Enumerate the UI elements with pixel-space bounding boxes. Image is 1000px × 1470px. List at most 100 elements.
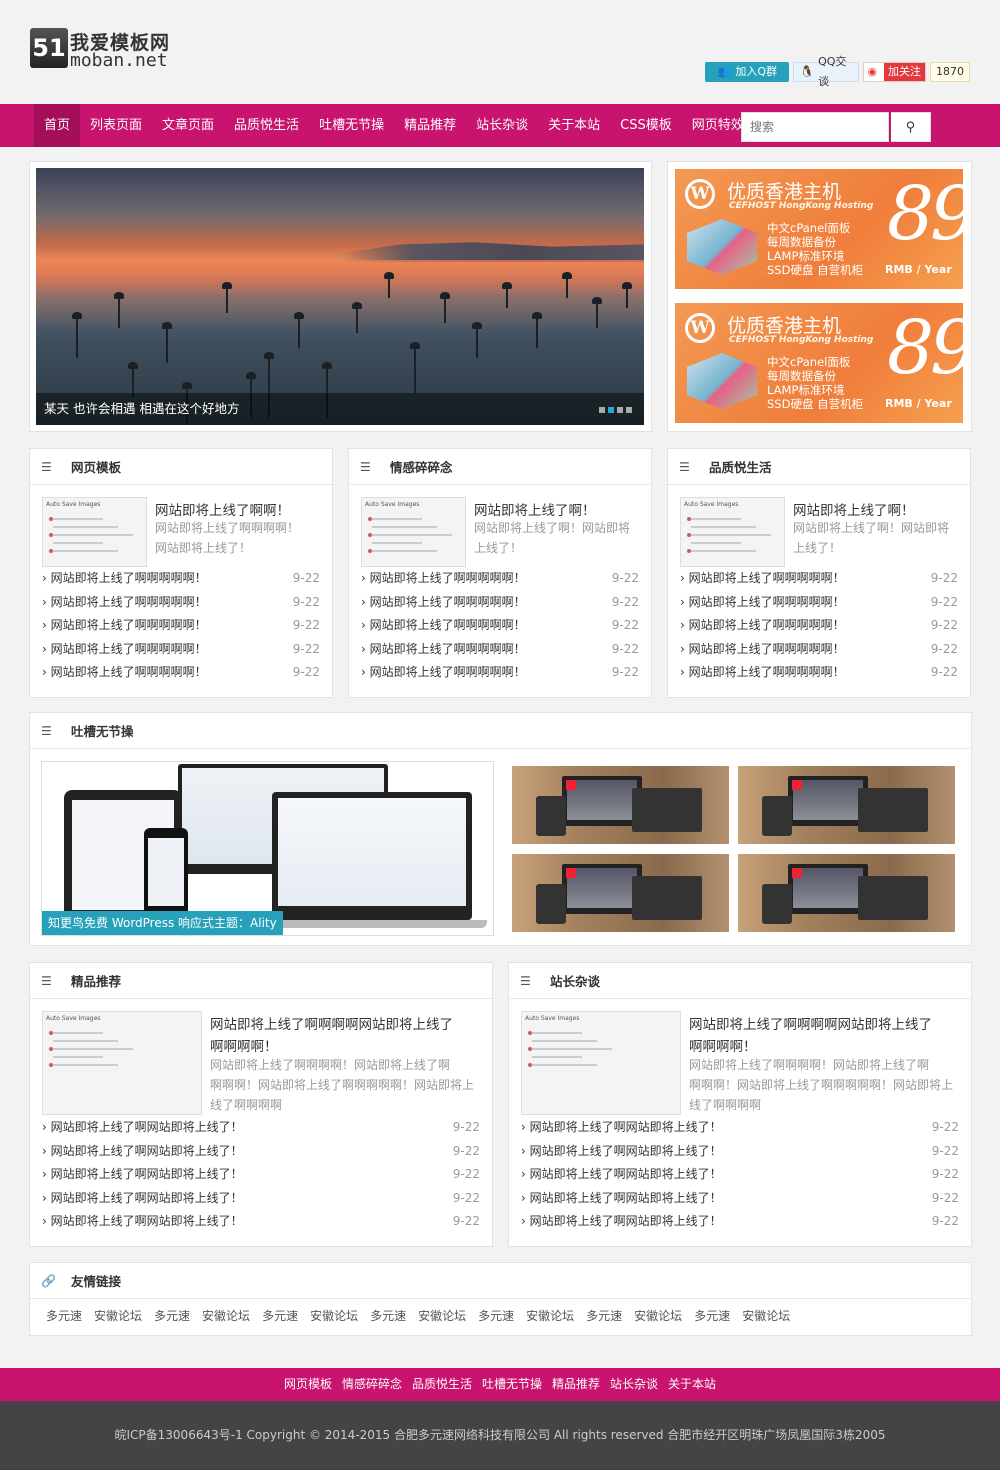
list-item[interactable]: 网站即将上线了啊网站即将上线了！ 9-22 <box>521 1140 959 1164</box>
featured-title[interactable]: 网站即将上线了啊啊啊啊网站即将上线了 <box>689 1013 932 1033</box>
nav-item[interactable]: 品质悦生活 <box>224 104 309 147</box>
article-thumbnail[interactable]: Auto Save Images <box>42 497 147 567</box>
list-item[interactable]: 网站即将上线了啊网站即将上线了！ 9-22 <box>521 1210 959 1234</box>
nav-item[interactable]: 关于本站 <box>538 104 610 147</box>
footer-nav-item[interactable]: 情感碎碎念 <box>342 1377 402 1391</box>
list-item[interactable]: 网站即将上线了啊网站即将上线了！ 9-22 <box>42 1163 480 1187</box>
list-item[interactable]: 网站即将上线了啊网站即将上线了！ 9-22 <box>42 1140 480 1164</box>
list-item[interactable]: 网站即将上线了啊啊啊啊啊！ 9-22 <box>680 614 958 638</box>
site-logo[interactable]: 51 我爱模板网 moban.net <box>30 28 180 74</box>
article-thumbnail[interactable]: Auto Save Images <box>521 1011 681 1115</box>
footer-nav-item[interactable]: 品质悦生活 <box>412 1377 472 1391</box>
nav-item[interactable]: 吐槽无节操 <box>309 104 394 147</box>
thumb-logo-icon <box>566 868 576 878</box>
friend-link[interactable]: 多元速 <box>370 1307 406 1324</box>
featured-title[interactable]: 网站即将上线了啊！ <box>474 499 596 519</box>
featured-title[interactable]: 啊啊啊啊！ <box>210 1035 278 1055</box>
featured-excerpt: 网站即将上线了啊啊啊啊！网站即将上线了啊 <box>210 1058 451 1072</box>
footer-nav-item[interactable]: 关于本站 <box>668 1377 716 1391</box>
qq-chat-button[interactable]: 🐧 QQ交谈 <box>793 55 860 88</box>
column-title[interactable]: 精品推荐 <box>71 971 121 990</box>
featured-title[interactable]: 啊啊啊啊！ <box>689 1035 757 1055</box>
theme-thumbnail[interactable] <box>738 854 955 932</box>
friend-link[interactable]: 安徽论坛 <box>526 1307 574 1324</box>
friend-link[interactable]: 多元速 <box>694 1307 730 1324</box>
list-item[interactable]: 网站即将上线了啊网站即将上线了！ 9-22 <box>42 1210 480 1234</box>
hero-slider[interactable]: 某天 也许会相遇 相遇在这个好地方 <box>36 168 644 425</box>
list-item[interactable]: 网站即将上线了啊啊啊啊啊！ 9-22 <box>42 567 320 591</box>
tucao-main-image[interactable]: 知更鸟免费 WordPress 响应式主题：Ality <box>41 761 494 936</box>
list-item[interactable]: 网站即将上线了啊网站即将上线了！ 9-22 <box>42 1116 480 1140</box>
list-item[interactable]: 网站即将上线了啊啊啊啊啊！ 9-22 <box>42 661 320 685</box>
slider-dot[interactable] <box>626 407 632 413</box>
featured-title[interactable]: 网站即将上线了啊啊啊啊网站即将上线了 <box>210 1013 453 1033</box>
list-item[interactable]: 网站即将上线了啊啊啊啊啊！ 9-22 <box>680 591 958 615</box>
theme-thumbnail[interactable] <box>512 854 729 932</box>
list-item[interactable]: 网站即将上线了啊啊啊啊啊！ 9-22 <box>361 638 639 662</box>
featured-title[interactable]: 网站即将上线了啊！ <box>793 499 915 519</box>
column-title[interactable]: 品质悦生活 <box>709 457 772 476</box>
article-thumbnail[interactable]: Auto Save Images <box>42 1011 202 1115</box>
list-item[interactable]: 网站即将上线了啊网站即将上线了！ 9-22 <box>521 1163 959 1187</box>
footer-nav-item[interactable]: 精品推荐 <box>552 1377 600 1391</box>
list-item[interactable]: 网站即将上线了啊啊啊啊啊！ 9-22 <box>361 567 639 591</box>
thumbnail-line <box>372 534 452 536</box>
footer-nav-item[interactable]: 网页模板 <box>284 1377 332 1391</box>
tucao-caption[interactable]: 知更鸟免费 WordPress 响应式主题：Ality <box>42 911 283 935</box>
nav-item[interactable]: 精品推荐 <box>394 104 466 147</box>
list-item[interactable]: 网站即将上线了啊网站即将上线了！ 9-22 <box>521 1116 959 1140</box>
footer-nav-item[interactable]: 站长杂谈 <box>610 1377 658 1391</box>
list-item[interactable]: 网站即将上线了啊啊啊啊啊！ 9-22 <box>361 661 639 685</box>
friend-link[interactable]: 多元速 <box>478 1307 514 1324</box>
article-thumbnail[interactable]: Auto Save Images <box>680 497 785 567</box>
list-item[interactable]: 网站即将上线了啊啊啊啊啊！ 9-22 <box>42 614 320 638</box>
friend-link[interactable]: 安徽论坛 <box>742 1307 790 1324</box>
nav-item[interactable]: 首页 <box>34 104 81 147</box>
list-item[interactable]: 网站即将上线了啊啊啊啊啊！ 9-22 <box>680 567 958 591</box>
list-item[interactable]: 网站即将上线了啊啊啊啊啊！ 9-22 <box>361 591 639 615</box>
column-title[interactable]: 情感碎碎念 <box>390 457 453 476</box>
hosting-ad[interactable]: W 优质香港主机 CEFHOST HongKong Hosting 中文cPanel面… <box>675 303 963 423</box>
search-button[interactable]: ⚲ <box>891 112 931 142</box>
friend-link[interactable]: 多元速 <box>154 1307 190 1324</box>
friend-link[interactable]: 安徽论坛 <box>94 1307 142 1324</box>
hosting-ad[interactable]: W 优质香港主机 CEFHOST HongKong Hosting 中文cPanel面… <box>675 169 963 289</box>
theme-thumbnail[interactable] <box>512 766 729 844</box>
column-title[interactable]: 网页模板 <box>71 457 121 476</box>
slider-caption[interactable]: 某天 也许会相遇 相遇在这个好地方 <box>36 393 644 425</box>
list-item[interactable]: 网站即将上线了啊啊啊啊啊！ 9-22 <box>680 638 958 662</box>
column-title[interactable]: 站长杂谈 <box>550 971 600 990</box>
mock-phone-screen <box>148 838 184 906</box>
nav-item[interactable]: 站长杂谈 <box>466 104 538 147</box>
nav-item[interactable]: 文章页面 <box>152 104 224 147</box>
thumbnail-dot <box>49 1047 53 1051</box>
friend-link[interactable]: 多元速 <box>262 1307 298 1324</box>
plant-silhouette <box>532 312 542 348</box>
list-item[interactable]: 网站即将上线了啊网站即将上线了！ 9-22 <box>42 1187 480 1211</box>
list-item[interactable]: 网站即将上线了啊网站即将上线了！ 9-22 <box>521 1187 959 1211</box>
thumbnail-dot <box>528 1063 532 1067</box>
list-item[interactable]: 网站即将上线了啊啊啊啊啊！ 9-22 <box>361 614 639 638</box>
footer-nav-item[interactable]: 吐槽无节操 <box>482 1377 542 1391</box>
friend-link[interactable]: 安徽论坛 <box>310 1307 358 1324</box>
article-thumbnail[interactable]: Auto Save Images <box>361 497 466 567</box>
join-qgroup-button[interactable]: 👥 加入Q群 <box>705 62 790 82</box>
slider-dot[interactable] <box>617 407 623 413</box>
friend-link[interactable]: 安徽论坛 <box>202 1307 250 1324</box>
nav-item[interactable]: CSS模板 <box>610 104 682 147</box>
slider-dot-active[interactable] <box>608 407 614 413</box>
friend-link[interactable]: 安徽论坛 <box>418 1307 466 1324</box>
search-input[interactable] <box>741 112 889 142</box>
list-item[interactable]: 网站即将上线了啊啊啊啊啊！ 9-22 <box>42 591 320 615</box>
friend-link[interactable]: 安徽论坛 <box>634 1307 682 1324</box>
theme-thumbnail[interactable] <box>738 766 955 844</box>
list-item[interactable]: 网站即将上线了啊啊啊啊啊！ 9-22 <box>680 661 958 685</box>
slider-dot[interactable] <box>599 407 605 413</box>
thumbnail-line <box>53 534 133 536</box>
friend-link[interactable]: 多元速 <box>586 1307 622 1324</box>
friend-link[interactable]: 多元速 <box>46 1307 82 1324</box>
weibo-follow-button[interactable]: ◉ 加关注 <box>863 62 926 82</box>
nav-item[interactable]: 列表页面 <box>80 104 152 147</box>
featured-title[interactable]: 网站即将上线了啊啊！ <box>155 499 290 519</box>
list-item[interactable]: 网站即将上线了啊啊啊啊啊！ 9-22 <box>42 638 320 662</box>
